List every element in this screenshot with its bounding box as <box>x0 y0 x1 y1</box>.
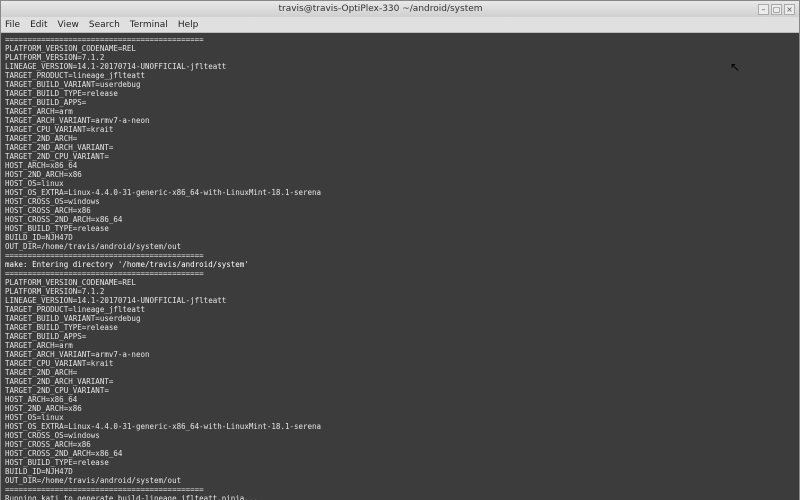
terminal-output[interactable]: ========================================… <box>1 33 799 500</box>
menubar: File Edit View Search Terminal Help <box>1 17 799 33</box>
titlebar[interactable]: travis@travis-OptiPlex-330 ~/android/sys… <box>1 1 799 17</box>
menu-file[interactable]: File <box>5 20 20 30</box>
menu-help[interactable]: Help <box>178 20 199 30</box>
menu-view[interactable]: View <box>58 20 79 30</box>
terminal-window: travis@travis-OptiPlex-330 ~/android/sys… <box>0 0 800 500</box>
maximize-button[interactable]: ▢ <box>771 4 782 15</box>
menu-search[interactable]: Search <box>89 20 120 30</box>
window-title: travis@travis-OptiPlex-330 ~/android/sys… <box>5 4 756 14</box>
menu-edit[interactable]: Edit <box>30 20 47 30</box>
close-button[interactable]: × <box>784 4 795 15</box>
menu-terminal[interactable]: Terminal <box>130 20 168 30</box>
minimize-button[interactable]: – <box>758 4 769 15</box>
